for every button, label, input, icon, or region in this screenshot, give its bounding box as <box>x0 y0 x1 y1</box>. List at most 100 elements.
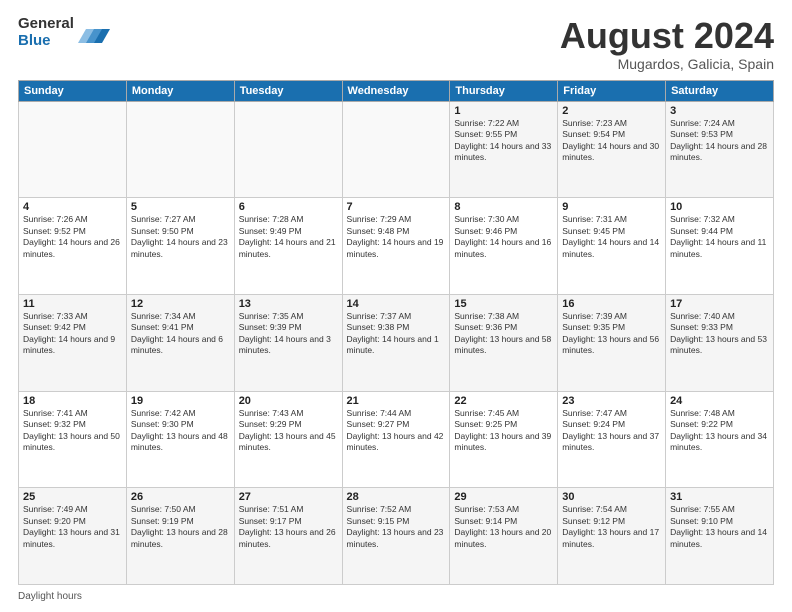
day-info: Sunrise: 7:42 AM Sunset: 9:30 PM Dayligh… <box>131 408 230 454</box>
logo-icon <box>78 19 110 47</box>
weekday-header-wednesday: Wednesday <box>342 80 450 101</box>
calendar-cell: 27Sunrise: 7:51 AM Sunset: 9:17 PM Dayli… <box>234 488 342 585</box>
day-number: 3 <box>670 105 769 117</box>
day-number: 2 <box>562 105 661 117</box>
calendar-cell: 12Sunrise: 7:34 AM Sunset: 9:41 PM Dayli… <box>126 294 234 391</box>
calendar-cell: 14Sunrise: 7:37 AM Sunset: 9:38 PM Dayli… <box>342 294 450 391</box>
day-number: 15 <box>454 298 553 310</box>
day-info: Sunrise: 7:53 AM Sunset: 9:14 PM Dayligh… <box>454 504 553 550</box>
weekday-header-saturday: Saturday <box>666 80 774 101</box>
calendar-cell: 29Sunrise: 7:53 AM Sunset: 9:14 PM Dayli… <box>450 488 558 585</box>
day-info: Sunrise: 7:43 AM Sunset: 9:29 PM Dayligh… <box>239 408 338 454</box>
day-number: 17 <box>670 298 769 310</box>
day-info: Sunrise: 7:26 AM Sunset: 9:52 PM Dayligh… <box>23 214 122 260</box>
calendar-cell: 3Sunrise: 7:24 AM Sunset: 9:53 PM Daylig… <box>666 101 774 198</box>
calendar-cell: 16Sunrise: 7:39 AM Sunset: 9:35 PM Dayli… <box>558 294 666 391</box>
logo-blue: Blue <box>18 33 74 50</box>
day-info: Sunrise: 7:37 AM Sunset: 9:38 PM Dayligh… <box>347 311 446 357</box>
day-number: 10 <box>670 201 769 213</box>
calendar-cell: 2Sunrise: 7:23 AM Sunset: 9:54 PM Daylig… <box>558 101 666 198</box>
calendar-cell: 8Sunrise: 7:30 AM Sunset: 9:46 PM Daylig… <box>450 198 558 295</box>
page: General Blue August 2024 Mugardos, Galic… <box>0 0 792 612</box>
day-info: Sunrise: 7:51 AM Sunset: 9:17 PM Dayligh… <box>239 504 338 550</box>
weekday-header-row: SundayMondayTuesdayWednesdayThursdayFrid… <box>19 80 774 101</box>
day-info: Sunrise: 7:47 AM Sunset: 9:24 PM Dayligh… <box>562 408 661 454</box>
calendar-cell: 5Sunrise: 7:27 AM Sunset: 9:50 PM Daylig… <box>126 198 234 295</box>
day-info: Sunrise: 7:38 AM Sunset: 9:36 PM Dayligh… <box>454 311 553 357</box>
weekday-header-thursday: Thursday <box>450 80 558 101</box>
logo-general: General <box>18 16 74 33</box>
calendar-cell <box>234 101 342 198</box>
day-number: 4 <box>23 201 122 213</box>
logo: General Blue <box>18 16 110 49</box>
week-row-1: 1Sunrise: 7:22 AM Sunset: 9:55 PM Daylig… <box>19 101 774 198</box>
day-number: 19 <box>131 395 230 407</box>
weekday-header-monday: Monday <box>126 80 234 101</box>
week-row-3: 11Sunrise: 7:33 AM Sunset: 9:42 PM Dayli… <box>19 294 774 391</box>
calendar: SundayMondayTuesdayWednesdayThursdayFrid… <box>18 80 774 585</box>
subtitle: Mugardos, Galicia, Spain <box>560 56 774 72</box>
calendar-cell: 13Sunrise: 7:35 AM Sunset: 9:39 PM Dayli… <box>234 294 342 391</box>
day-number: 29 <box>454 491 553 503</box>
day-info: Sunrise: 7:39 AM Sunset: 9:35 PM Dayligh… <box>562 311 661 357</box>
logo-text: General Blue <box>18 16 74 49</box>
day-number: 18 <box>23 395 122 407</box>
day-number: 25 <box>23 491 122 503</box>
day-number: 12 <box>131 298 230 310</box>
calendar-cell: 22Sunrise: 7:45 AM Sunset: 9:25 PM Dayli… <box>450 391 558 488</box>
calendar-cell: 4Sunrise: 7:26 AM Sunset: 9:52 PM Daylig… <box>19 198 127 295</box>
calendar-cell: 10Sunrise: 7:32 AM Sunset: 9:44 PM Dayli… <box>666 198 774 295</box>
footer-text: Daylight hours <box>18 591 82 602</box>
week-row-4: 18Sunrise: 7:41 AM Sunset: 9:32 PM Dayli… <box>19 391 774 488</box>
day-info: Sunrise: 7:23 AM Sunset: 9:54 PM Dayligh… <box>562 118 661 164</box>
day-info: Sunrise: 7:52 AM Sunset: 9:15 PM Dayligh… <box>347 504 446 550</box>
header: General Blue August 2024 Mugardos, Galic… <box>18 16 774 72</box>
day-info: Sunrise: 7:54 AM Sunset: 9:12 PM Dayligh… <box>562 504 661 550</box>
day-number: 14 <box>347 298 446 310</box>
day-number: 30 <box>562 491 661 503</box>
day-info: Sunrise: 7:40 AM Sunset: 9:33 PM Dayligh… <box>670 311 769 357</box>
calendar-cell: 28Sunrise: 7:52 AM Sunset: 9:15 PM Dayli… <box>342 488 450 585</box>
day-info: Sunrise: 7:44 AM Sunset: 9:27 PM Dayligh… <box>347 408 446 454</box>
day-number: 9 <box>562 201 661 213</box>
week-row-5: 25Sunrise: 7:49 AM Sunset: 9:20 PM Dayli… <box>19 488 774 585</box>
footer: Daylight hours <box>18 589 774 602</box>
day-info: Sunrise: 7:45 AM Sunset: 9:25 PM Dayligh… <box>454 408 553 454</box>
day-info: Sunrise: 7:55 AM Sunset: 9:10 PM Dayligh… <box>670 504 769 550</box>
day-info: Sunrise: 7:30 AM Sunset: 9:46 PM Dayligh… <box>454 214 553 260</box>
day-number: 11 <box>23 298 122 310</box>
weekday-header-friday: Friday <box>558 80 666 101</box>
day-number: 27 <box>239 491 338 503</box>
day-info: Sunrise: 7:32 AM Sunset: 9:44 PM Dayligh… <box>670 214 769 260</box>
day-number: 20 <box>239 395 338 407</box>
day-info: Sunrise: 7:33 AM Sunset: 9:42 PM Dayligh… <box>23 311 122 357</box>
day-number: 24 <box>670 395 769 407</box>
calendar-cell: 7Sunrise: 7:29 AM Sunset: 9:48 PM Daylig… <box>342 198 450 295</box>
day-info: Sunrise: 7:24 AM Sunset: 9:53 PM Dayligh… <box>670 118 769 164</box>
day-number: 23 <box>562 395 661 407</box>
calendar-cell: 20Sunrise: 7:43 AM Sunset: 9:29 PM Dayli… <box>234 391 342 488</box>
day-info: Sunrise: 7:31 AM Sunset: 9:45 PM Dayligh… <box>562 214 661 260</box>
day-number: 16 <box>562 298 661 310</box>
day-number: 6 <box>239 201 338 213</box>
calendar-cell: 23Sunrise: 7:47 AM Sunset: 9:24 PM Dayli… <box>558 391 666 488</box>
day-number: 13 <box>239 298 338 310</box>
day-info: Sunrise: 7:35 AM Sunset: 9:39 PM Dayligh… <box>239 311 338 357</box>
calendar-cell: 24Sunrise: 7:48 AM Sunset: 9:22 PM Dayli… <box>666 391 774 488</box>
calendar-cell: 19Sunrise: 7:42 AM Sunset: 9:30 PM Dayli… <box>126 391 234 488</box>
calendar-cell: 17Sunrise: 7:40 AM Sunset: 9:33 PM Dayli… <box>666 294 774 391</box>
calendar-cell <box>19 101 127 198</box>
day-number: 26 <box>131 491 230 503</box>
calendar-cell: 26Sunrise: 7:50 AM Sunset: 9:19 PM Dayli… <box>126 488 234 585</box>
calendar-cell: 15Sunrise: 7:38 AM Sunset: 9:36 PM Dayli… <box>450 294 558 391</box>
day-number: 8 <box>454 201 553 213</box>
day-number: 7 <box>347 201 446 213</box>
calendar-cell: 25Sunrise: 7:49 AM Sunset: 9:20 PM Dayli… <box>19 488 127 585</box>
day-info: Sunrise: 7:34 AM Sunset: 9:41 PM Dayligh… <box>131 311 230 357</box>
main-title: August 2024 <box>560 16 774 56</box>
calendar-cell: 6Sunrise: 7:28 AM Sunset: 9:49 PM Daylig… <box>234 198 342 295</box>
calendar-cell <box>126 101 234 198</box>
day-number: 31 <box>670 491 769 503</box>
day-number: 21 <box>347 395 446 407</box>
calendar-cell: 21Sunrise: 7:44 AM Sunset: 9:27 PM Dayli… <box>342 391 450 488</box>
